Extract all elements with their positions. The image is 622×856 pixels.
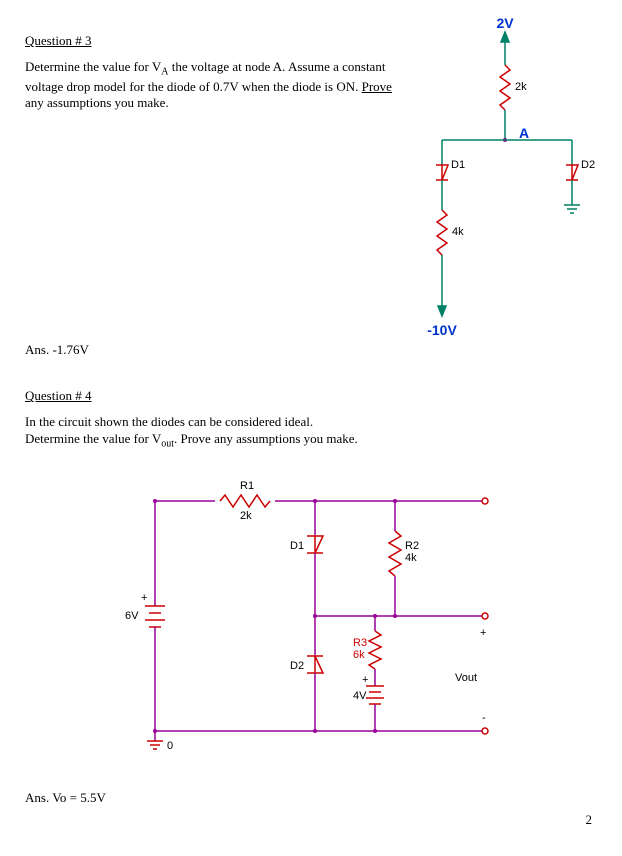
q4-6v: 6V	[125, 610, 139, 622]
q4-plus: +	[480, 627, 486, 639]
q4-gnd: 0	[167, 740, 173, 752]
svg-text:+: +	[362, 674, 368, 686]
q4-answer: Ans. Vo = 5.5V	[25, 790, 597, 806]
q4-r3-val: 6k	[353, 649, 365, 661]
q4-vout: Vout	[455, 672, 477, 684]
q3-r-top: 2k	[515, 81, 527, 93]
q4-r2-label: R2	[405, 540, 419, 552]
q4-r2-val: 4k	[405, 552, 417, 564]
q3-circuit-diagram: 2V 2k A D1 D2 4k -10V	[407, 10, 607, 390]
page-number: 2	[586, 812, 593, 828]
q4-d1-label: D1	[290, 540, 304, 552]
q4-circuit-diagram: R1 2k 6V + 0 D1 D2 R2 4k R3 6k 4V +	[85, 471, 505, 771]
q4-d2-label: D2	[290, 660, 304, 672]
q4-r1-label: R1	[240, 480, 254, 492]
svg-text:+: +	[141, 592, 147, 604]
q3-d1-label: D1	[451, 159, 465, 171]
q3-top-voltage: 2V	[496, 15, 514, 31]
q4-r1-val: 2k	[240, 510, 252, 522]
q4-body: In the circuit shown the diodes can be c…	[25, 414, 525, 450]
q3-body: Determine the value for VA the voltage a…	[25, 59, 405, 112]
q4-r3-label: R3	[353, 637, 367, 649]
q3-d2-label: D2	[581, 159, 595, 171]
q4-4v: 4V	[353, 690, 367, 702]
q3-bot-voltage: -10V	[427, 322, 457, 338]
q4-title: Question # 4	[25, 388, 597, 404]
q3-node-a: A	[519, 125, 529, 141]
q4-minus: -	[482, 712, 486, 724]
q3-r-mid: 4k	[452, 226, 464, 238]
